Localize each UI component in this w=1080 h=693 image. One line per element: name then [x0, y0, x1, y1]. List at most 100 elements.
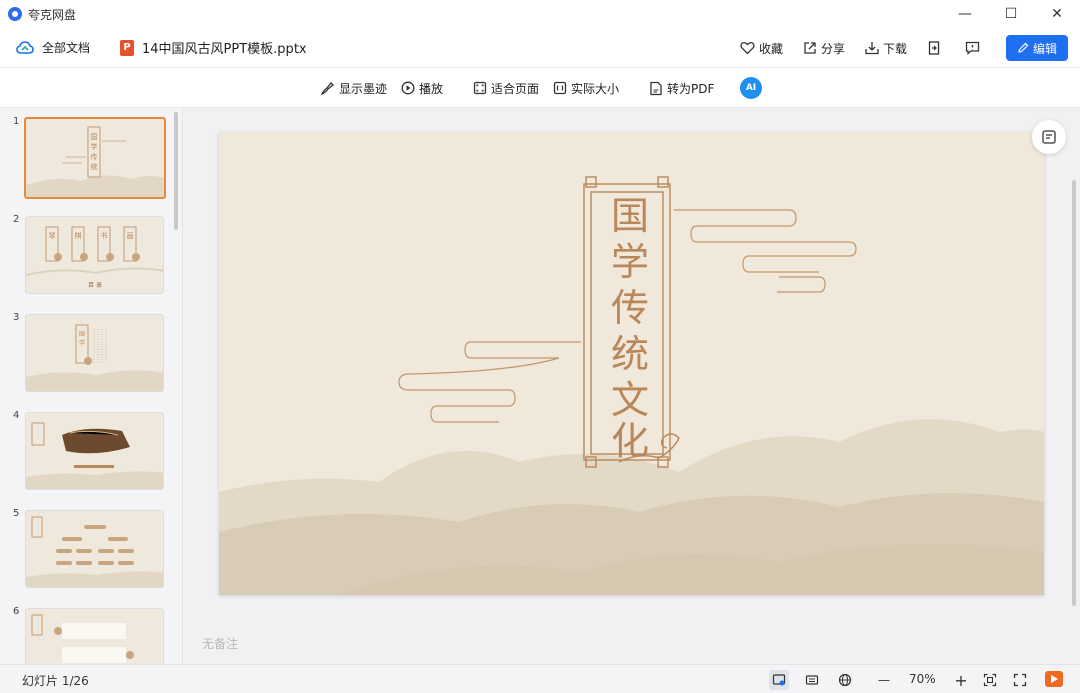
thumbnail-1-char: 传 [91, 152, 98, 161]
slide-artwork: 国 学 传 统 文 化 [219, 176, 1044, 595]
thumbnail-1-char: 学 [91, 142, 98, 151]
thumbnail-1-art: 国 学 传 统 [26, 126, 164, 197]
all-documents-link[interactable]: 全部文档 [42, 39, 90, 56]
fit-page-icon [473, 81, 487, 95]
notes-panel-icon [1042, 130, 1056, 144]
pencil-icon [1018, 42, 1029, 53]
thumbnail-number: 5 [13, 508, 20, 519]
fullscreen-button[interactable] [1010, 670, 1030, 690]
convert-pdf-button[interactable]: 转为PDF [649, 68, 714, 108]
thumbnail-number: 3 [13, 312, 20, 323]
fit-window-button[interactable] [980, 670, 1000, 690]
title-bar: 夸克网盘 — ☐ ✕ [0, 0, 1080, 28]
thumbnail-3-char: 国 [79, 331, 85, 338]
slide-title-char: 化 [611, 419, 649, 463]
actual-size-icon [553, 81, 567, 95]
slideshow-play-button[interactable] [1045, 671, 1063, 687]
edit-button[interactable]: 编辑 [1006, 35, 1068, 61]
ppt-file-icon: P [120, 39, 135, 56]
ai-assistant-button[interactable]: AI [740, 77, 762, 99]
ink-pen-icon [320, 81, 334, 95]
fit-page-button[interactable]: 适合页面 [473, 68, 539, 108]
thumbnail-item[interactable]: 5 [0, 508, 172, 592]
thumbnail-2-char: 琴 [49, 232, 56, 240]
thumbnail-slide-4[interactable] [25, 412, 164, 490]
feedback-icon [965, 41, 980, 55]
document-header: 全部文档 P 14中国风古风PPT模板.pptx 收藏 分享 下载 编辑 [0, 28, 1080, 68]
fullscreen-icon [1013, 673, 1027, 687]
play-circle-icon [401, 81, 415, 95]
thumbnail-2-char: 书 [101, 231, 108, 240]
thumbnail-number: 1 [13, 116, 20, 127]
thumbnail-number: 2 [13, 214, 20, 225]
keyboard-icon [805, 675, 819, 685]
thumbnail-3-art: 国 学 [26, 324, 163, 391]
play-label: 播放 [419, 81, 444, 96]
pdf-icon [650, 81, 662, 95]
slide-notes-toggle-button[interactable] [1032, 120, 1066, 154]
slide-title-char: 国 [611, 194, 649, 238]
thumbnail-5-art [26, 516, 163, 587]
thumbnail-slide-5[interactable] [25, 510, 164, 588]
slide-title-char: 文 [611, 378, 649, 422]
slide-viewer: 国 学 传 统 文 化 无备注 [184, 108, 1080, 664]
fit-page-label: 适合页面 [491, 81, 540, 96]
cloud-icon [16, 40, 34, 54]
notes-view-button[interactable] [802, 670, 822, 690]
zoom-in-button[interactable]: + [951, 670, 971, 690]
slide-scrollbar[interactable] [1072, 180, 1076, 606]
thumbnail-2-footer: 目 录 [88, 281, 102, 289]
thumbnail-item[interactable]: 6 [0, 606, 172, 664]
fit-window-icon [983, 673, 997, 687]
thumbnail-item[interactable]: 4 [0, 410, 172, 494]
thumbnail-item[interactable]: 1 国 学 传 统 [0, 116, 172, 200]
thumbnail-3-char: 学 [79, 339, 85, 347]
thumbnail-1-char: 统 [91, 162, 98, 171]
minimize-button[interactable]: — [942, 0, 988, 28]
show-ink-button[interactable]: 显示墨迹 [320, 68, 387, 108]
favorite-label: 收藏 [758, 41, 783, 56]
thumbnail-slide-6[interactable] [25, 608, 164, 664]
thumbnail-2-art: 琴 棋 书 画 目 录 [26, 226, 163, 289]
slide-thumbnail-panel: 1 国 学 传 统 2 琴 棋 书 画 目 录 3 国 学 4 5 6 [0, 108, 183, 664]
quark-logo-icon [8, 7, 22, 21]
zoom-level: 70% [909, 672, 936, 686]
thumbnail-4-art [26, 422, 163, 489]
app-name: 夸克网盘 [28, 7, 77, 22]
thumbnail-2-char: 画 [127, 232, 134, 240]
share-button[interactable]: 分享 [803, 40, 845, 57]
thumbnail-item[interactable]: 2 琴 棋 书 画 目 录 [0, 214, 172, 298]
thumbnail-6-art [31, 614, 134, 663]
thumbnail-slide-1[interactable]: 国 学 传 统 [24, 117, 166, 199]
edit-label: 编辑 [1032, 41, 1057, 56]
thumbnail-slide-3[interactable]: 国 学 [25, 314, 164, 392]
globe-icon [838, 673, 852, 687]
web-view-button[interactable] [835, 670, 855, 690]
thumbnail-number: 6 [13, 606, 20, 617]
play-button[interactable]: 播放 [401, 68, 443, 108]
actual-size-button[interactable]: 实际大小 [553, 68, 619, 108]
convert-pdf-label: 转为PDF [667, 81, 715, 96]
status-bar: 幻灯片 1/26 — 70% + [0, 664, 1080, 693]
download-button[interactable]: 下载 [865, 40, 907, 57]
zoom-out-button[interactable]: — [874, 670, 894, 690]
slide-view-icon [772, 674, 786, 686]
slide-title-char: 统 [611, 332, 649, 376]
slide-title-char: 传 [611, 286, 649, 330]
export-button[interactable] [927, 41, 945, 55]
favorite-button[interactable]: 收藏 [740, 40, 783, 57]
thumbnail-1-char: 国 [91, 133, 98, 141]
close-button[interactable]: ✕ [1034, 0, 1080, 28]
normal-view-button[interactable] [769, 670, 789, 690]
heart-icon [740, 41, 755, 55]
slide-title-char: 学 [611, 240, 649, 284]
thumbnail-slide-2[interactable]: 琴 棋 书 画 目 录 [25, 216, 164, 294]
maximize-button[interactable]: ☐ [988, 0, 1034, 28]
export-icon [928, 41, 940, 55]
window-controls: — ☐ ✕ [942, 0, 1080, 28]
share-icon [804, 42, 816, 54]
current-slide: 国 学 传 统 文 化 [219, 132, 1044, 595]
thumbnail-item[interactable]: 3 国 学 [0, 312, 172, 396]
thumbnail-scrollbar[interactable] [174, 112, 178, 230]
feedback-button[interactable] [965, 41, 984, 55]
